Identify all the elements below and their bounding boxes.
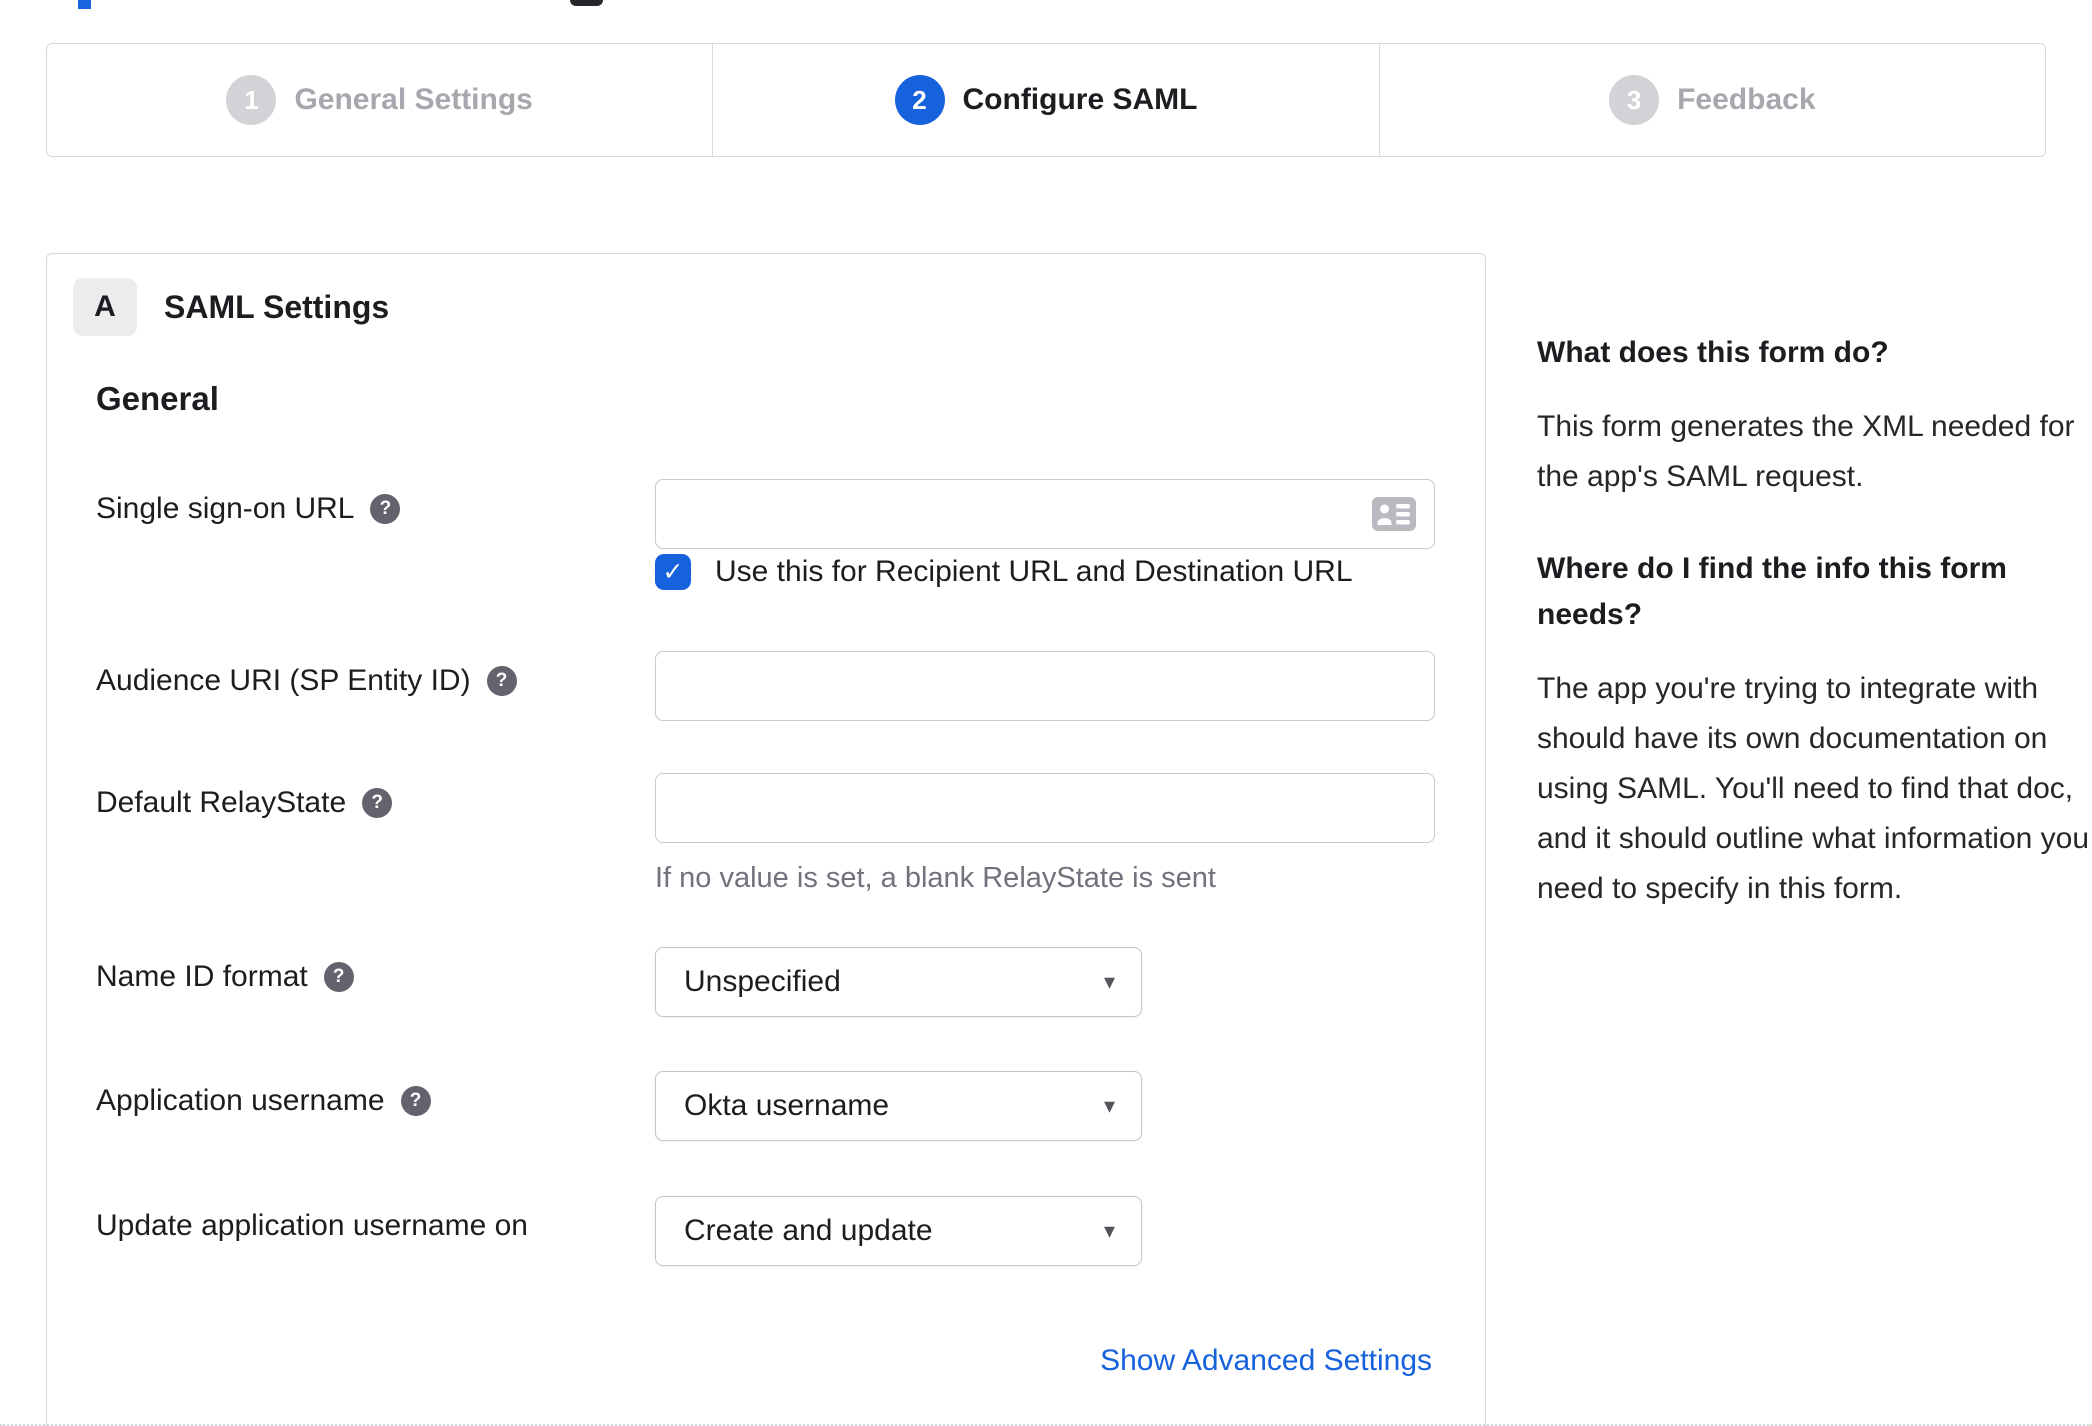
step-2-label: Configure SAML	[962, 83, 1198, 116]
step-1-number-badge: 1	[226, 75, 277, 125]
chevron-down-icon: ▾	[1103, 1093, 1115, 1118]
relay-state-help-icon[interactable]: ?	[362, 788, 393, 818]
general-section-title: General	[96, 380, 219, 417]
app-username-help-icon[interactable]: ?	[400, 1086, 431, 1116]
section-a-badge: A	[73, 278, 137, 336]
name-id-format-select[interactable]: Unspecified ▾	[655, 947, 1142, 1017]
update-username-label: Update application username on	[96, 1208, 528, 1244]
chevron-down-icon: ▾	[1103, 1218, 1115, 1243]
step-3-number-badge: 3	[1609, 75, 1660, 125]
update-username-label-text: Update application username on	[96, 1209, 528, 1242]
sso-url-label: Single sign-on URL ?	[96, 491, 401, 527]
recipient-url-checkbox-label: Use this for Recipient URL and Destinati…	[715, 555, 1353, 588]
saml-settings-panel: A SAML Settings General Single sign-on U…	[46, 253, 1486, 1426]
name-id-format-value: Unspecified	[684, 965, 841, 998]
panel-title: SAML Settings	[164, 288, 390, 325]
name-id-format-label-text: Name ID format	[96, 960, 308, 993]
audience-uri-label: Audience URI (SP Entity ID) ?	[96, 663, 517, 699]
app-username-value: Okta username	[684, 1089, 890, 1122]
audience-uri-input-wrap	[655, 651, 1435, 721]
app-username-label-text: Application username	[96, 1084, 385, 1117]
wizard-stepper: 1 General Settings 2 Configure SAML 3 Fe…	[46, 43, 2046, 157]
sso-url-label-text: Single sign-on URL	[96, 492, 355, 525]
help-question-2: Where do I find the info this form needs…	[1537, 552, 2007, 631]
sso-url-input-wrap	[655, 479, 1435, 549]
audience-uri-help-icon[interactable]: ?	[486, 666, 517, 696]
cutoff-dark-icon-fragment	[570, 0, 603, 6]
stepper-step-general-settings[interactable]: 1 General Settings	[47, 44, 712, 156]
stepper-step-feedback[interactable]: 3 Feedback	[1378, 44, 2045, 156]
stepper-step-configure-saml[interactable]: 2 Configure SAML	[712, 44, 1378, 156]
step-3-label: Feedback	[1677, 83, 1816, 116]
help-sidebar: What does this form do? This form genera…	[1537, 330, 2092, 914]
update-username-value: Create and update	[684, 1214, 933, 1247]
sso-url-help-icon[interactable]: ?	[370, 494, 401, 524]
name-id-format-help-icon[interactable]: ?	[323, 962, 354, 992]
cutoff-blue-tab-fragment	[78, 0, 91, 9]
step-1-label: General Settings	[294, 83, 533, 116]
app-username-select[interactable]: Okta username ▾	[655, 1071, 1142, 1141]
chevron-down-icon: ▾	[1103, 969, 1115, 994]
sso-checkbox-row: ✓ Use this for Recipient URL and Destina…	[655, 554, 1353, 590]
help-answer-2: The app you're trying to integrate with …	[1537, 672, 2090, 905]
show-advanced-settings-link[interactable]: Show Advanced Settings	[1100, 1344, 1432, 1378]
update-username-select[interactable]: Create and update ▾	[655, 1196, 1142, 1266]
name-id-format-label: Name ID format ?	[96, 959, 354, 995]
recipient-url-checkbox[interactable]: ✓	[655, 554, 691, 590]
app-username-label: Application username ?	[96, 1083, 431, 1119]
contact-card-icon[interactable]	[1371, 496, 1417, 532]
help-answer-1: This form generates the XML needed for t…	[1537, 410, 2075, 493]
relay-state-input-wrap	[655, 773, 1435, 843]
audience-uri-input[interactable]	[655, 651, 1435, 721]
step-2-number-badge: 2	[894, 75, 945, 125]
sso-url-input[interactable]	[655, 479, 1435, 549]
relay-state-hint: If no value is set, a blank RelayState i…	[655, 862, 1216, 894]
relay-state-input[interactable]	[655, 773, 1435, 843]
relay-state-label: Default RelayState ?	[96, 785, 393, 821]
relay-state-label-text: Default RelayState	[96, 786, 347, 819]
audience-uri-label-text: Audience URI (SP Entity ID)	[96, 664, 471, 697]
help-question-1: What does this form do?	[1537, 336, 1889, 369]
